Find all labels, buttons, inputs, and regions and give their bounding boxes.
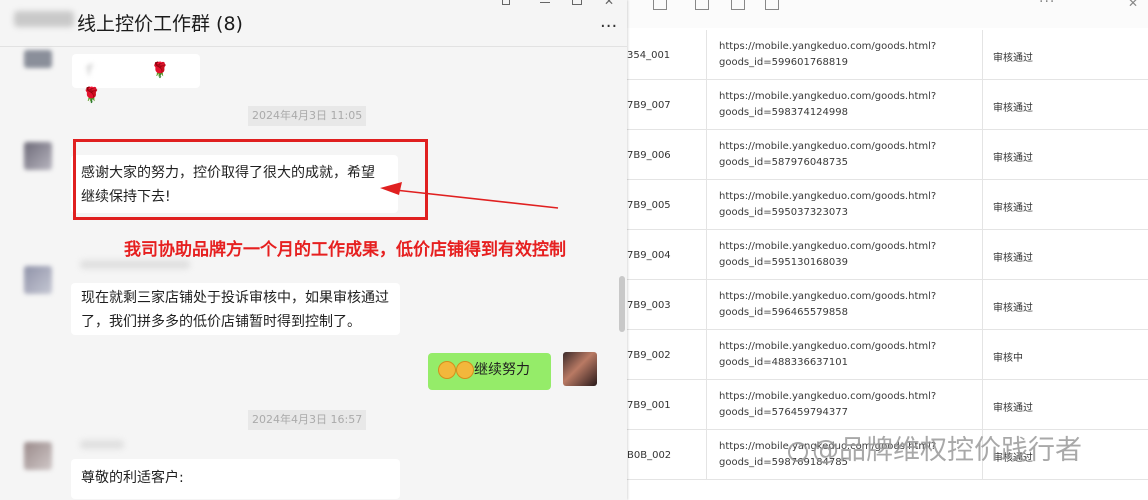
self-message-bubble[interactable]: 继续努力: [428, 353, 551, 390]
cell-url[interactable]: https://mobile.yangkeduo.com/goods.html?…: [707, 180, 983, 230]
cell-status[interactable]: 审核通过: [983, 80, 1148, 130]
highlight-box: [73, 139, 428, 220]
cell-status[interactable]: 审核通过: [983, 130, 1148, 180]
cell-id[interactable]: 7B9_006: [625, 130, 707, 180]
table-row: 7B9_002 https://mobile.yangkeduo.com/goo…: [625, 330, 1148, 380]
cell-status[interactable]: 审核通过: [983, 30, 1148, 80]
message-bubble[interactable]: 现在就剩三家店铺处于投诉审核中，如果审核通过了，我们拼多多的低价店铺暂时得到控制…: [71, 283, 400, 335]
watermark: @品牌维权控价践行者: [788, 428, 1082, 467]
cell-id[interactable]: 7B9_003: [625, 280, 707, 330]
cell-id[interactable]: B0B_002: [625, 430, 707, 480]
close-icon[interactable]: ✕: [604, 0, 614, 8]
cell-id[interactable]: 7B9_004: [625, 230, 707, 280]
cell-id[interactable]: 354_001: [625, 30, 707, 80]
sender-name: [80, 260, 190, 269]
close-icon[interactable]: ✕: [1128, 0, 1138, 10]
window-controls: ✕: [496, 0, 626, 8]
url-line-2: goods_id=576459794377: [719, 407, 848, 418]
cell-status[interactable]: 审核通过: [983, 380, 1148, 430]
url-line-1: https://mobile.yangkeduo.com/goods.html?: [719, 341, 937, 352]
cell-status[interactable]: 审核通过: [983, 280, 1148, 330]
table-row: 7B9_006 https://mobile.yangkeduo.com/goo…: [625, 130, 1148, 180]
toolbar-icon[interactable]: [653, 0, 667, 10]
more-icon[interactable]: ···: [600, 16, 617, 37]
avatar[interactable]: [24, 442, 52, 470]
watermark-logo-icon: [788, 441, 808, 462]
url-line-1: https://mobile.yangkeduo.com/goods.html?: [719, 391, 937, 402]
url-line-2: goods_id=598374124998: [719, 107, 848, 118]
table-row: 7B9_005 https://mobile.yangkeduo.com/goo…: [625, 180, 1148, 230]
table-row: 7B9_003 https://mobile.yangkeduo.com/goo…: [625, 280, 1148, 330]
annotation-text: 我司协助品牌方一个月的工作成果，低价店铺得到有效控制: [124, 240, 566, 260]
maximize-icon[interactable]: [572, 0, 582, 5]
self-avatar[interactable]: [563, 352, 597, 386]
cell-url[interactable]: https://mobile.yangkeduo.com/goods.html?…: [707, 230, 983, 280]
spreadsheet-panel: ··· ✕ 354_001 https://mobile.yangkeduo.c…: [625, 0, 1148, 500]
pin-icon[interactable]: [502, 0, 510, 5]
cell-url[interactable]: https://mobile.yangkeduo.com/goods.html?…: [707, 380, 983, 430]
avatar[interactable]: [24, 50, 52, 68]
toolbar-icon[interactable]: [695, 0, 709, 10]
message-bubble[interactable]: ｆ 🌹 🌹: [72, 54, 200, 104]
toolbar-icon[interactable]: [731, 0, 745, 10]
cell-status[interactable]: 审核通过: [983, 180, 1148, 230]
timestamp: 2024年4月3日 16:57: [248, 410, 367, 430]
cell-url[interactable]: https://mobile.yangkeduo.com/goods.html?…: [707, 130, 983, 180]
table-row: 7B9_004 https://mobile.yangkeduo.com/goo…: [625, 230, 1148, 280]
sender-name: [80, 440, 124, 449]
cell-url[interactable]: https://mobile.yangkeduo.com/goods.html?…: [707, 280, 983, 330]
sheet-rows: 354_001 https://mobile.yangkeduo.com/goo…: [625, 30, 1148, 480]
cell-url[interactable]: https://mobile.yangkeduo.com/goods.html?…: [707, 30, 983, 80]
url-line-1: https://mobile.yangkeduo.com/goods.html?: [719, 241, 937, 252]
url-line-1: https://mobile.yangkeduo.com/goods.html?: [719, 141, 937, 152]
sheet-toolbar: ··· ✕: [625, 0, 1148, 28]
table-row: 7B9_007 https://mobile.yangkeduo.com/goo…: [625, 80, 1148, 130]
timestamp: 2024年4月3日 11:05: [248, 106, 367, 126]
chat-title: 线上控价工作群 (8): [77, 13, 243, 35]
cell-id[interactable]: 7B9_002: [625, 330, 707, 380]
cell-url[interactable]: https://mobile.yangkeduo.com/goods.html?…: [707, 80, 983, 130]
url-line-2: goods_id=595037323073: [719, 207, 848, 218]
watermark-text: @品牌维权控价践行者: [812, 435, 1082, 466]
url-line-1: https://mobile.yangkeduo.com/goods.html?: [719, 191, 937, 202]
table-row: 7B9_001 https://mobile.yangkeduo.com/goo…: [625, 380, 1148, 430]
cell-status[interactable]: 审核通过: [983, 230, 1148, 280]
url-line-1: https://mobile.yangkeduo.com/goods.html?: [719, 91, 937, 102]
self-message-text: 继续努力: [474, 362, 530, 378]
emoji-icon: [456, 361, 474, 379]
cell-id[interactable]: 7B9_005: [625, 180, 707, 230]
blurred-text: ｆ: [82, 63, 96, 79]
url-line-2: goods_id=599601768819: [719, 57, 848, 68]
blurred-title-prefix: [14, 11, 74, 27]
cell-status[interactable]: 审核中: [983, 330, 1148, 380]
divider: [0, 46, 627, 47]
url-line-2: goods_id=488336637101: [719, 357, 848, 368]
url-line-1: https://mobile.yangkeduo.com/goods.html?: [719, 291, 937, 302]
minimize-icon[interactable]: [540, 0, 550, 3]
cell-id[interactable]: 7B9_007: [625, 80, 707, 130]
emoji-icon: [438, 361, 456, 379]
avatar[interactable]: [24, 266, 52, 294]
message-bubble[interactable]: 尊敬的利适客户:: [71, 459, 400, 499]
url-line-1: https://mobile.yangkeduo.com/goods.html?: [719, 41, 937, 52]
scrollbar[interactable]: [619, 276, 625, 332]
more-options-icon[interactable]: ···: [1039, 0, 1055, 10]
url-line-2: goods_id=587976048735: [719, 157, 848, 168]
url-line-2: goods_id=595130168039: [719, 257, 848, 268]
cell-url[interactable]: https://mobile.yangkeduo.com/goods.html?…: [707, 330, 983, 380]
cell-id[interactable]: 7B9_001: [625, 380, 707, 430]
toolbar-icon[interactable]: [765, 0, 779, 10]
table-row: 354_001 https://mobile.yangkeduo.com/goo…: [625, 30, 1148, 80]
avatar[interactable]: [24, 142, 52, 170]
url-line-2: goods_id=596465579858: [719, 307, 848, 318]
